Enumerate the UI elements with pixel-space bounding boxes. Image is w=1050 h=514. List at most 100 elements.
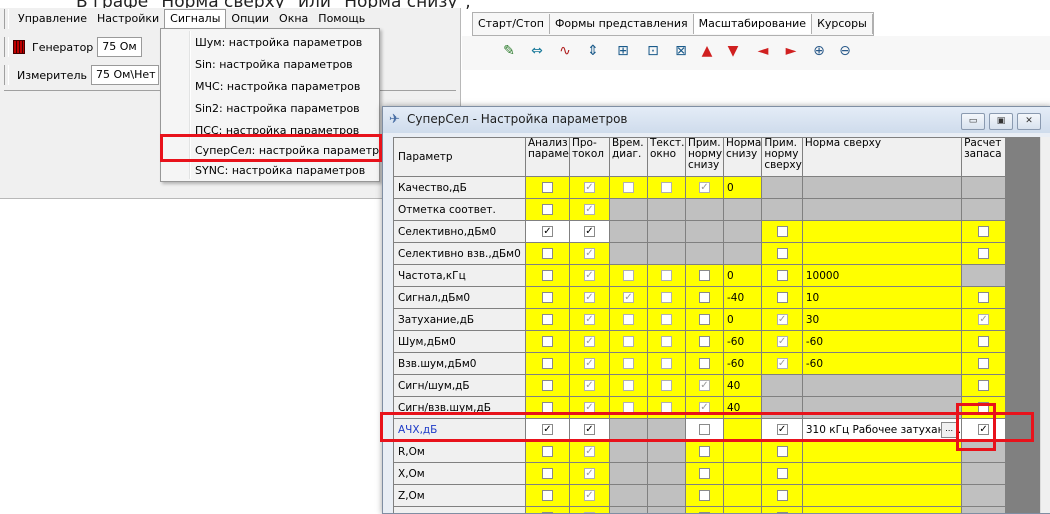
lower-norm-cell[interactable] (722, 484, 763, 507)
time-diag-cell[interactable] (609, 374, 648, 397)
apply-upper-cell[interactable] (761, 264, 803, 287)
menu-item-sync[interactable]: SYNC: настройка параметров (195, 161, 365, 181)
analysis-cell[interactable] (525, 374, 570, 397)
parameter-name-cell[interactable] (393, 506, 526, 513)
checkbox-unchecked[interactable] (542, 446, 553, 457)
protocol-cell[interactable]: ✓ (569, 484, 610, 507)
lower-norm-cell[interactable]: 0 (722, 176, 763, 199)
checkbox-unchecked[interactable] (776, 490, 788, 501)
checkbox-unchecked[interactable] (978, 358, 990, 369)
menu-signals[interactable]: Сигналы (164, 8, 227, 30)
apply-upper-cell[interactable] (761, 286, 803, 309)
upper-norm-cell[interactable]: 10 (801, 286, 963, 309)
lower-norm-cell[interactable]: -60 (722, 330, 763, 353)
time-diag-cell[interactable] (609, 176, 648, 199)
zoom-out-icon[interactable]: ⊖ (836, 42, 854, 60)
upper-norm-cell[interactable] (801, 374, 963, 397)
text-window-cell[interactable] (647, 198, 686, 221)
minimize-button[interactable]: ▭ (961, 113, 985, 130)
table-row[interactable]: Затухание,дБ ✓ 0 ✓ 30 ✓ (393, 308, 1007, 331)
upper-norm-cell[interactable] (801, 462, 963, 485)
text-window-cell[interactable] (647, 242, 686, 265)
margin-calc-cell[interactable] (961, 352, 1007, 375)
apply-lower-cell[interactable] (685, 330, 724, 353)
apply-upper-cell[interactable] (761, 242, 803, 265)
time-diag-cell[interactable] (609, 440, 648, 463)
apply-upper-cell[interactable] (761, 176, 803, 199)
arrow-right-icon[interactable]: ► (782, 42, 800, 60)
apply-lower-cell[interactable]: ✓ (685, 176, 724, 199)
checkbox-unchecked[interactable] (776, 270, 788, 281)
toolbar-grip[interactable] (4, 37, 9, 57)
upper-norm-cell[interactable]: 10000 (801, 264, 963, 287)
margin-calc-cell[interactable] (961, 484, 1007, 507)
checkbox-unchecked[interactable] (699, 336, 710, 347)
time-diag-cell[interactable] (609, 264, 648, 287)
text-window-cell[interactable] (647, 374, 686, 397)
upper-norm-cell[interactable]: -60 (801, 352, 963, 375)
checkbox-unchecked[interactable] (776, 292, 788, 303)
table-row[interactable]: Сигн/шум,дБ ✓ ✓ 40 (393, 374, 1007, 397)
checkbox-unchecked[interactable] (699, 270, 710, 281)
time-diag-cell[interactable] (609, 242, 648, 265)
checkbox-unchecked[interactable] (776, 226, 788, 237)
apply-upper-cell[interactable]: ✓ (761, 330, 803, 353)
time-diag-cell[interactable] (609, 484, 648, 507)
apply-upper-cell[interactable] (761, 462, 803, 485)
apply-upper-cell[interactable] (761, 440, 803, 463)
text-window-cell[interactable] (647, 286, 686, 309)
arrow-down-icon[interactable]: ▼ (724, 42, 742, 60)
analysis-cell[interactable] (525, 484, 570, 507)
analysis-cell[interactable] (525, 242, 570, 265)
protocol-cell[interactable]: ✓ (569, 176, 610, 199)
margin-calc-cell[interactable] (961, 220, 1007, 243)
checkbox-unchecked[interactable] (542, 182, 553, 193)
protocol-cell[interactable]: ✓ (569, 462, 610, 485)
upper-norm-cell[interactable] (801, 440, 963, 463)
apply-lower-cell[interactable]: ✓ (685, 374, 724, 397)
time-diag-cell[interactable] (609, 352, 648, 375)
checkbox-unchecked[interactable] (542, 512, 553, 513)
upper-norm-cell[interactable] (801, 506, 963, 513)
tab-cursors[interactable]: Курсоры (812, 14, 873, 34)
parameter-name-cell[interactable]: Взв.шум,дБм0 (393, 352, 526, 375)
lower-norm-cell[interactable] (722, 220, 763, 243)
close-button[interactable]: ✕ (1017, 113, 1041, 130)
analysis-cell[interactable]: ✓ (525, 220, 570, 243)
generator-impedance-field[interactable]: 75 Ом (97, 37, 142, 57)
apply-upper-cell[interactable] (761, 374, 803, 397)
analysis-cell[interactable] (525, 462, 570, 485)
protocol-cell[interactable]: ✓ (569, 308, 610, 331)
apply-lower-cell[interactable] (685, 308, 724, 331)
menu-options[interactable]: Опции (226, 9, 274, 29)
text-window-cell[interactable] (647, 352, 686, 375)
protocol-cell[interactable]: ✓ (569, 440, 610, 463)
lower-norm-cell[interactable]: -60 (722, 352, 763, 375)
table-row[interactable]: R,Ом ✓ (393, 440, 1007, 463)
table-row[interactable]: Селективно,дБм0 ✓ ✓ (393, 220, 1007, 243)
checkbox-unchecked[interactable] (699, 490, 710, 501)
checkbox-unchecked[interactable] (978, 248, 990, 259)
lower-norm-cell[interactable]: -40 (722, 286, 763, 309)
apply-upper-cell[interactable] (761, 506, 803, 513)
table-row[interactable]: Частота,кГц ✓ 0 10000 (393, 264, 1007, 287)
arrow-left-icon[interactable]: ◄ (754, 42, 772, 60)
analysis-cell[interactable] (525, 330, 570, 353)
analysis-cell[interactable] (525, 176, 570, 199)
table-row[interactable]: X,Ом ✓ (393, 462, 1007, 485)
checkbox-unchecked[interactable] (699, 358, 710, 369)
checkbox-unchecked[interactable] (699, 292, 710, 303)
lower-norm-cell[interactable] (722, 198, 763, 221)
margin-calc-cell[interactable] (961, 462, 1007, 485)
analysis-cell[interactable] (525, 308, 570, 331)
protocol-cell[interactable]: ✓ (569, 220, 610, 243)
parameter-name-cell[interactable]: Шум,дБм0 (393, 330, 526, 353)
text-window-cell[interactable] (647, 484, 686, 507)
checkbox-unchecked[interactable] (542, 468, 553, 479)
zoom-in-icon[interactable]: ⊕ (810, 42, 828, 60)
checkbox-unchecked[interactable] (542, 336, 553, 347)
parameter-name-cell[interactable]: X,Ом (393, 462, 526, 485)
menu-item-mchs[interactable]: МЧС: настройка параметров (195, 77, 360, 97)
lower-norm-cell[interactable]: 0 (722, 308, 763, 331)
time-diag-cell[interactable] (609, 198, 648, 221)
